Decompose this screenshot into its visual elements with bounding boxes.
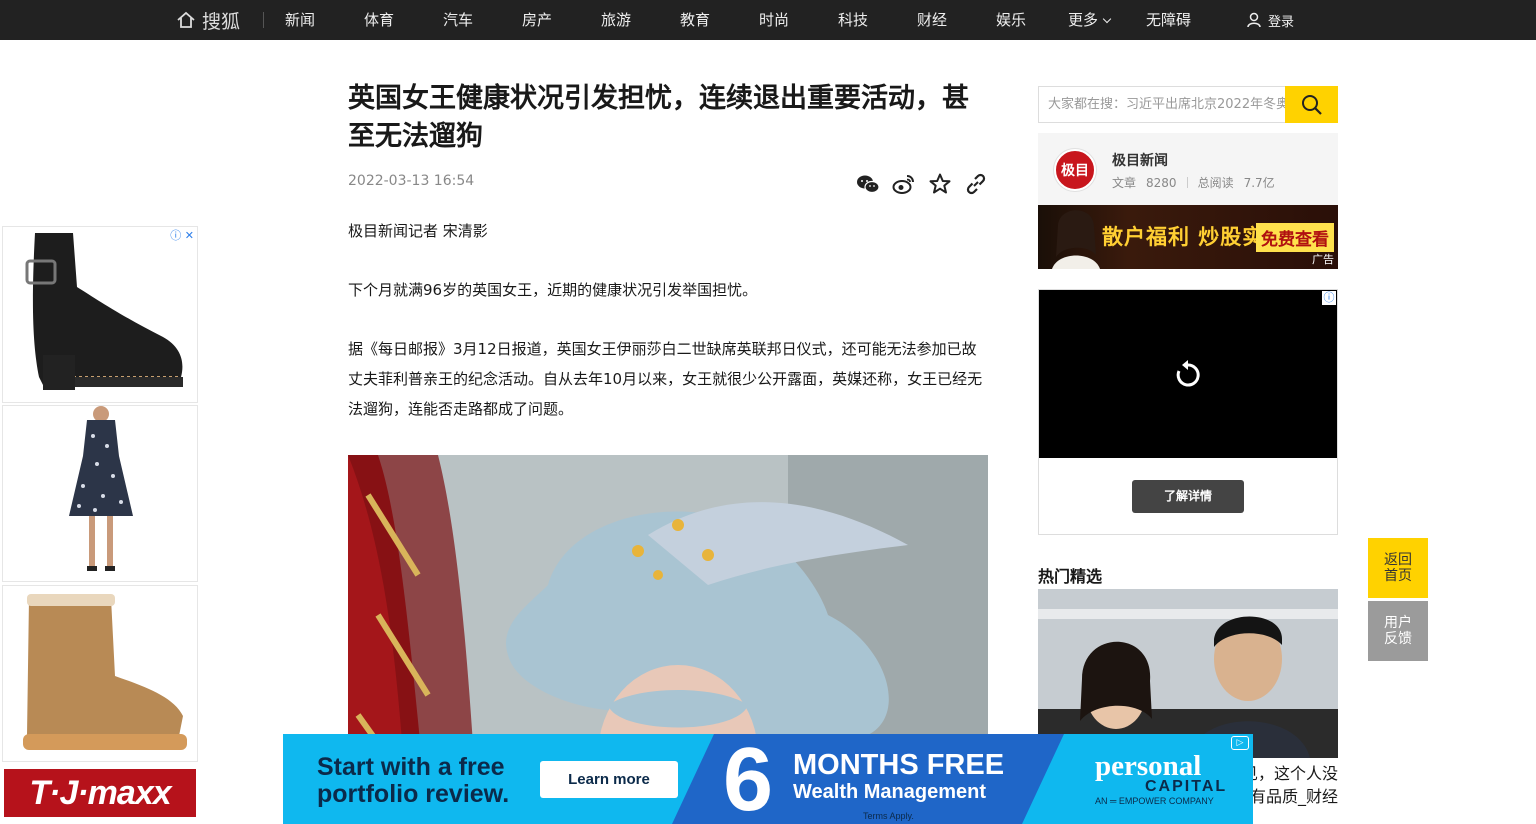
stock-banner-ad[interactable]: 散户福利 炒股实战经验 免费查看 广告 xyxy=(1038,205,1338,269)
two-people-photo xyxy=(1038,589,1338,758)
nav-item-realestate[interactable]: 房产 xyxy=(522,0,552,40)
article-title: 英国女王健康状况引发担忧，连续退出重要活动，甚至无法遛狗 xyxy=(348,83,969,152)
author-name[interactable]: 极目新闻 xyxy=(1112,150,1168,170)
search-icon xyxy=(1301,94,1322,115)
tjmaxx-logo-ad[interactable]: T·J·maxx xyxy=(4,769,196,817)
bottom-ad-headline-line: portfolio review. xyxy=(317,780,510,808)
presenter-image xyxy=(1052,210,1100,269)
ad-label: 广告 xyxy=(1312,253,1334,266)
nav-item-more[interactable]: 更多 xyxy=(1068,0,1112,40)
personal-capital-bottom-ad[interactable]: Start with a free portfolio review. Lear… xyxy=(283,734,1253,824)
login-button[interactable]: 登录 xyxy=(1246,0,1294,40)
sohu-logo[interactable]: 搜狐 xyxy=(176,7,240,33)
divider xyxy=(1186,177,1188,188)
adchoices-icon[interactable]: ▷ xyxy=(1231,736,1249,750)
ankle-boot-image xyxy=(25,233,183,390)
video-ad[interactable]: ⓘ 了解详情 xyxy=(1038,289,1338,535)
terms-text: Terms Apply. xyxy=(863,811,914,821)
user-feedback-button[interactable]: 用户反馈 xyxy=(1368,601,1428,661)
video-player[interactable] xyxy=(1039,290,1337,458)
nav-item-accessibility[interactable]: 无障碍 xyxy=(1146,0,1191,40)
offer-headline: MONTHS FREE xyxy=(793,749,1005,781)
empower-tagline: AN ═ EMPOWER COMPANY xyxy=(1095,796,1214,806)
user-icon xyxy=(1247,12,1261,28)
bottom-ad-headline: Start with a free portfolio review. xyxy=(317,754,509,808)
favorite-star-icon[interactable] xyxy=(928,172,952,196)
link-icon[interactable] xyxy=(964,172,988,196)
banner-ad-cta[interactable]: 免费查看 xyxy=(1256,223,1334,252)
divider xyxy=(263,12,264,28)
nav-more-label: 更多 xyxy=(1068,11,1099,29)
articles-count: 8280 xyxy=(1146,176,1177,190)
nav-item-fashion[interactable]: 时尚 xyxy=(759,0,789,40)
ad-info-icon[interactable]: ⓘ xyxy=(1322,291,1336,305)
nav-item-entertainment[interactable]: 娱乐 xyxy=(996,0,1026,40)
user-feedback-label: 用户反馈 xyxy=(1384,615,1412,647)
nav-item-education[interactable]: 教育 xyxy=(680,0,710,40)
home-icon xyxy=(177,11,195,28)
weibo-icon[interactable] xyxy=(892,172,916,196)
back-to-home-button[interactable]: 返回首页 xyxy=(1368,538,1428,598)
ad-product-ugg[interactable] xyxy=(2,585,198,762)
author-avatar[interactable]: 极目 xyxy=(1054,149,1096,191)
login-label: 登录 xyxy=(1268,14,1295,30)
personal-capital-logo-sub: CAPITAL xyxy=(1145,778,1228,795)
top-navigation-bar: 搜狐 新闻 体育 汽车 房产 旅游 教育 时尚 科技 财经 娱乐 更多 无障碍 … xyxy=(0,0,1536,40)
offer-number: 6 xyxy=(723,734,774,824)
brand-name: 搜狐 xyxy=(202,10,241,33)
article-paragraph: 据《每日邮报》3月12日报道，英国女王伊丽莎白二世缺席英联邦日仪式，还可能无法参… xyxy=(348,340,983,418)
author-stats: 文章 8280 总阅读 7.7亿 xyxy=(1112,174,1275,191)
nav-item-travel[interactable]: 旅游 xyxy=(601,0,631,40)
nav-item-tech[interactable]: 科技 xyxy=(838,0,868,40)
hot-pick-image[interactable] xyxy=(1038,589,1338,758)
learn-more-button[interactable]: Learn more xyxy=(540,761,678,798)
ad-product-boot[interactable]: ⓘ ✕ xyxy=(2,226,198,403)
article-paragraph: 下个月就满96岁的英国女王，近期的健康状况引发举国担忧。 xyxy=(348,281,758,299)
hot-picks-heading: 热门精选 xyxy=(1038,567,1103,586)
nav-item-auto[interactable]: 汽车 xyxy=(443,0,473,40)
wechat-icon[interactable] xyxy=(856,172,880,196)
bottom-ad-headline-line: Start with a free xyxy=(317,753,505,781)
search-button[interactable] xyxy=(1285,86,1338,123)
article-date: 2022-03-13 16:54 xyxy=(348,173,475,189)
search-input[interactable]: 大家都在搜：习近平出席北京2022年冬奥会 xyxy=(1038,86,1286,123)
author-card[interactable]: 极目 极目新闻 文章 8280 总阅读 7.7亿 xyxy=(1038,133,1338,205)
adchoice-close-icon[interactable]: ⓘ ✕ xyxy=(170,227,194,243)
articles-label: 文章 xyxy=(1112,176,1137,190)
sheepskin-boot-image xyxy=(23,594,187,750)
article-byline: 极目新闻记者 宋清影 xyxy=(348,222,488,240)
reads-count: 7.7亿 xyxy=(1243,176,1275,190)
ad-product-dress[interactable] xyxy=(2,405,198,582)
nav-item-finance[interactable]: 财经 xyxy=(917,0,947,40)
back-to-home-label: 返回首页 xyxy=(1384,552,1412,584)
replay-icon[interactable] xyxy=(1173,359,1203,389)
floral-dress-image xyxy=(69,406,133,571)
reads-label: 总阅读 xyxy=(1197,176,1234,190)
offer-subline: Wealth Management xyxy=(793,781,986,803)
learn-more-button[interactable]: 了解详情 xyxy=(1132,480,1244,513)
nav-item-news[interactable]: 新闻 xyxy=(285,0,315,40)
nav-item-sports[interactable]: 体育 xyxy=(364,0,394,40)
chevron-down-icon xyxy=(1102,14,1112,24)
